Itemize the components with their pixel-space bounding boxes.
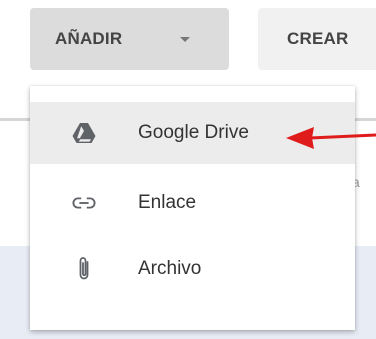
annotation-arrow-icon bbox=[286, 127, 376, 149]
menu-item-label: Enlace bbox=[138, 192, 197, 213]
link-icon bbox=[72, 191, 96, 215]
menu-item-label: Archivo bbox=[138, 258, 202, 279]
menu-item-file[interactable]: Archivo bbox=[30, 238, 355, 300]
add-button[interactable]: AÑADIR bbox=[30, 8, 229, 70]
create-button-label: CREAR bbox=[287, 29, 349, 48]
paperclip-icon bbox=[72, 257, 96, 281]
add-dropdown-menu: Google Drive Enlace Archivo bbox=[30, 86, 355, 330]
menu-item-link[interactable]: Enlace bbox=[30, 172, 355, 234]
google-drive-icon bbox=[72, 121, 96, 145]
menu-item-label: Google Drive bbox=[138, 122, 249, 143]
add-button-label: AÑADIR bbox=[55, 29, 123, 48]
create-button[interactable]: CREAR bbox=[258, 8, 376, 70]
chevron-down-icon bbox=[180, 37, 190, 42]
